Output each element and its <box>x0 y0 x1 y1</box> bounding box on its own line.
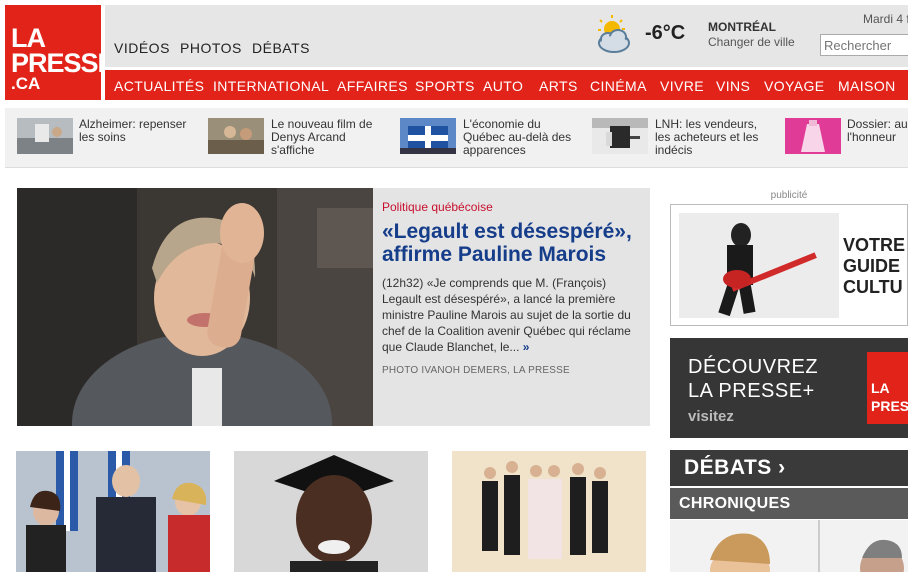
nav-international[interactable]: INTERNATIONAL <box>213 78 329 94</box>
chroniques-photos[interactable] <box>670 520 908 572</box>
promo-line-2: LA PRESSE+ <box>688 380 815 402</box>
topnav-videos[interactable]: VIDÉOS <box>114 40 170 56</box>
photo-graduate[interactable] <box>234 451 428 572</box>
feature-kicker[interactable]: Politique québécoise <box>382 200 493 214</box>
weather-city: MONTRÉAL <box>708 20 776 34</box>
partly-cloudy-icon <box>598 15 630 53</box>
teaser-economie[interactable]: L'économie du Québec au-delà des apparen… <box>463 118 571 157</box>
topnav-debats[interactable]: DÉBATS <box>252 40 310 56</box>
chroniques-header[interactable]: CHRONIQUES <box>670 488 908 519</box>
ad-text: VOTRE GUIDE CULTU <box>843 235 905 298</box>
guitarist-image <box>679 213 839 318</box>
ad-line: VOTRE <box>843 235 906 255</box>
chroniques-title: CHRONIQUES <box>679 495 791 512</box>
nav-maison[interactable]: MAISON <box>838 78 896 94</box>
teaser-thumb-alzheimer[interactable] <box>17 118 73 154</box>
chevron-right-icon: › <box>778 456 786 479</box>
promo-logo-line: PRES <box>871 398 908 414</box>
teaser-dossier[interactable]: Dossier: au l'honneur <box>847 118 908 144</box>
ad-banner[interactable]: VOTRE GUIDE CULTU <box>670 204 908 326</box>
promo-line-1: DÉCOUVREZ <box>688 356 819 378</box>
nav-affaires[interactable]: AFFAIRES <box>337 78 408 94</box>
feature-photo[interactable] <box>17 188 373 426</box>
feature-lede: (12h32) «Je comprends que M. (François) … <box>382 275 644 355</box>
nav-actualites[interactable]: ACTUALITÉS <box>114 78 204 94</box>
teaser-line: les soins <box>79 130 126 144</box>
debats-title: DÉBATS › <box>684 456 786 480</box>
photo-credit: PHOTO IVANOH DEMERS, LA PRESSE <box>382 365 570 376</box>
teaser-line: indécis <box>655 143 693 157</box>
nav-vins[interactable]: VINS <box>716 78 750 94</box>
ad-line: CULTU <box>843 277 903 297</box>
teaser-thumb-hockey[interactable] <box>592 118 648 154</box>
feature-lede-text: (12h32) «Je comprends que M. (François) … <box>382 276 631 354</box>
ad-label: publicité <box>770 190 808 201</box>
logo-line-2: PRESSE <box>11 48 116 78</box>
debats-header[interactable]: DÉBATS › <box>670 450 908 486</box>
photo-press-conference[interactable] <box>16 451 210 572</box>
promo-logo-line: LA <box>871 380 890 396</box>
teaser-line: apparences <box>463 143 526 157</box>
nav-vivre[interactable]: VIVRE <box>660 78 704 94</box>
teaser-lnh[interactable]: LNH: les vendeurs, les acheteurs et les … <box>655 118 758 157</box>
promo-logo: LA PRES <box>867 352 908 424</box>
photo-band[interactable] <box>452 451 646 572</box>
teaser-line: l'honneur <box>847 130 896 144</box>
la-presse-logo[interactable]: LA PRESSE .CA <box>5 5 116 100</box>
nav-sports[interactable]: SPORTS <box>415 78 475 94</box>
nav-auto[interactable]: AUTO <box>483 78 523 94</box>
temperature: -6°C <box>645 22 686 44</box>
teaser-arcand[interactable]: Le nouveau film de Denys Arcand s'affich… <box>271 118 372 157</box>
read-more-link[interactable]: » <box>523 340 530 354</box>
feature-headline[interactable]: «Legault est désespéré», affirme Pauline… <box>382 220 647 266</box>
logo-line-3: .CA <box>11 74 41 93</box>
la-presse-plus-promo[interactable]: DÉCOUVREZ LA PRESSE+ visitez LA PRES <box>670 338 908 438</box>
debats-title-text: DÉBATS <box>684 456 772 479</box>
current-date: Mardi 4 f <box>863 12 908 26</box>
ad-line: GUIDE <box>843 256 901 276</box>
teaser-thumb-arcand[interactable] <box>208 118 264 154</box>
teaser-thumb-dress[interactable] <box>785 118 841 154</box>
promo-visit-link[interactable]: visitez <box>688 408 734 425</box>
nav-cinema[interactable]: CINÉMA <box>590 78 647 94</box>
change-city-link[interactable]: Changer de ville <box>708 35 795 49</box>
teaser-alzheimer[interactable]: Alzheimer: repenser les soins <box>79 118 186 144</box>
teaser-thumb-quebec-flag[interactable] <box>400 118 456 154</box>
teaser-line: s'affiche <box>271 143 315 157</box>
nav-arts[interactable]: ARTS <box>539 78 578 94</box>
nav-voyage[interactable]: VOYAGE <box>764 78 825 94</box>
topnav-photos[interactable]: PHOTOS <box>180 40 242 56</box>
search-input[interactable] <box>820 34 908 56</box>
